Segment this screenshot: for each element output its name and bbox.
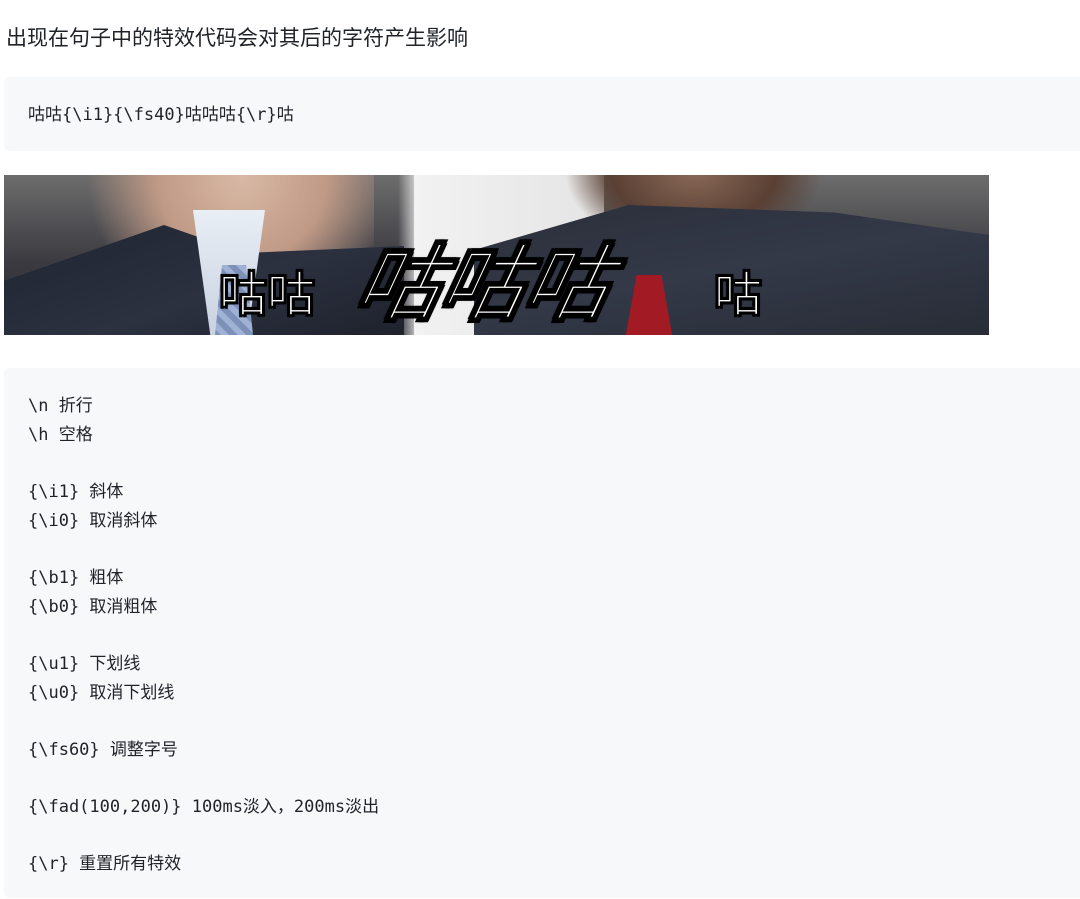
example-code-block[interactable]: 咕咕{\i1}{\fs40}咕咕咕{\r}咕 bbox=[4, 77, 1080, 151]
subtitle-overlay: 咕咕 咕咕咕 咕 bbox=[4, 175, 989, 335]
reference-code-block[interactable]: \n 折行 \h 空格 {\i1} 斜体 {\i0} 取消斜体 {\b1} 粗体 {\b0… bbox=[4, 368, 1080, 898]
code-line: {\fs60} 调整字号 bbox=[28, 740, 178, 760]
code-line: {\i0} 取消斜体 bbox=[28, 511, 158, 531]
subtitle-reset-text: 咕 bbox=[713, 266, 763, 324]
subtitle-preview-image: 咕咕 咕咕咕 咕 bbox=[4, 175, 989, 335]
code-line: {\r} 重置所有特效 bbox=[28, 854, 182, 874]
reference-lines: \n 折行 \h 空格 {\i1} 斜体 {\i0} 取消斜体 {\b1} 粗体 {\b0… bbox=[28, 392, 1070, 879]
intro-text: 出现在句子中的特效代码会对其后的字符产生影响 bbox=[6, 26, 468, 50]
subtitle-normal-text: 咕咕 bbox=[218, 266, 316, 324]
code-line: {\u1} 下划线 bbox=[28, 654, 141, 674]
code-line: \h 空格 bbox=[28, 425, 93, 445]
subtitle-italic-large-text: 咕咕咕 bbox=[346, 234, 621, 334]
code-line: \n 折行 bbox=[28, 396, 93, 416]
code-line: {\u0} 取消下划线 bbox=[28, 683, 175, 703]
code-line: {\b0} 取消粗体 bbox=[28, 597, 158, 617]
code-line: {\b1} 粗体 bbox=[28, 568, 124, 588]
code-line: {\fad(100,200)} 100ms淡入，200ms淡出 bbox=[28, 797, 380, 817]
code-line: {\i1} 斜体 bbox=[28, 482, 124, 502]
example-code-line: 咕咕{\i1}{\fs40}咕咕咕{\r}咕 bbox=[28, 105, 294, 125]
